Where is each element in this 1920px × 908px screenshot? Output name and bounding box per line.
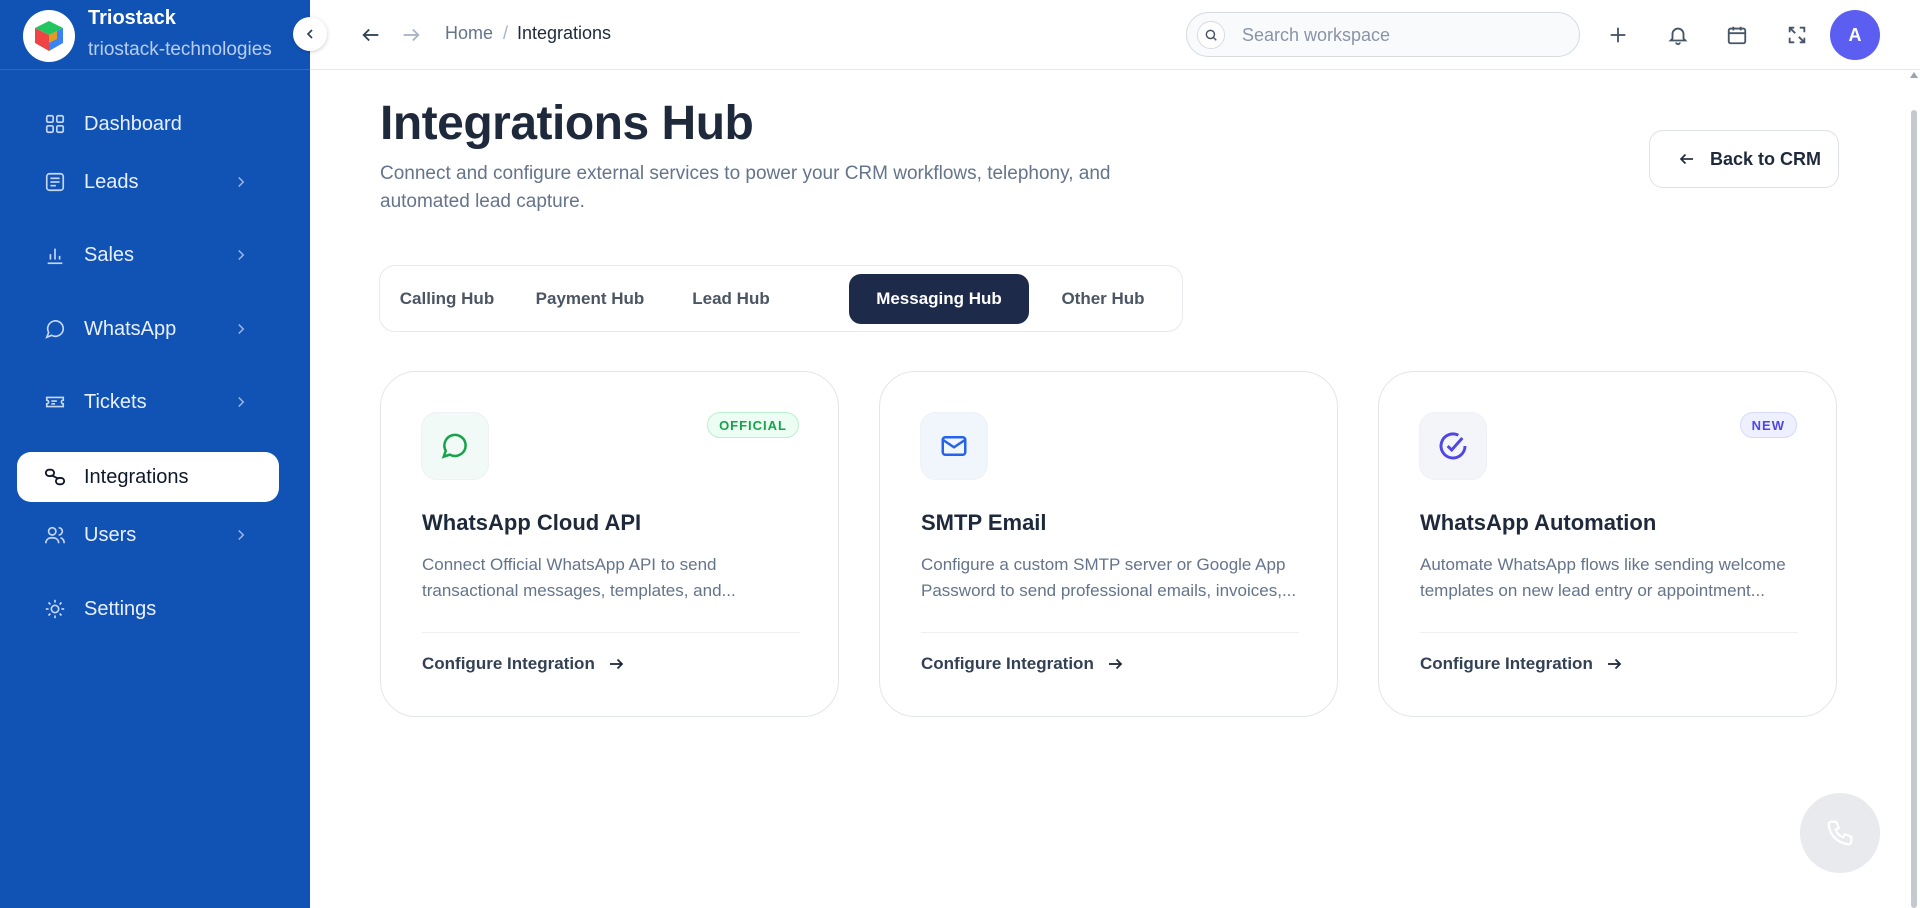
brand-name: Triostack — [88, 7, 176, 29]
arrow-right-icon — [1108, 658, 1123, 670]
sidebar-item-label: Integrations — [84, 466, 189, 488]
avatar[interactable]: A — [1830, 10, 1880, 60]
breadcrumb-home[interactable]: Home — [445, 23, 493, 44]
chevron-right-icon — [238, 323, 245, 335]
tab-lead-hub[interactable]: Lead Hub — [674, 274, 788, 324]
integration-card[interactable]: SMTP Email Configure a custom SMTP serve… — [879, 371, 1338, 717]
search-input[interactable] — [1242, 21, 1562, 49]
back-to-crm-button[interactable]: Back to CRM — [1649, 130, 1839, 188]
arrow-left-icon — [362, 28, 379, 42]
scroll-up-arrow-icon[interactable] — [1909, 70, 1919, 80]
integration-card[interactable]: NEW WhatsApp Automation Automate WhatsAp… — [1378, 371, 1837, 717]
breadcrumb-separator: / — [503, 23, 509, 43]
chevron-right-icon — [238, 249, 245, 261]
chevron-right-icon — [238, 396, 245, 408]
page-description: Connect and configure external services … — [380, 163, 1111, 212]
bell-icon — [1668, 27, 1688, 46]
new-badge: NEW — [1739, 412, 1797, 438]
sidebar-item-whatsapp[interactable]: WhatsApp — [17, 304, 279, 354]
configure-integration-link[interactable]: Configure Integration — [921, 654, 1124, 674]
chevron-left-icon — [306, 29, 313, 39]
check-circle-icon — [1419, 412, 1487, 480]
mail-icon — [920, 412, 988, 480]
link-icon — [44, 468, 66, 486]
add-button[interactable] — [1606, 23, 1630, 47]
official-badge: OFFICIAL — [707, 412, 799, 438]
expand-icon — [1788, 26, 1806, 44]
grid-icon — [45, 114, 65, 134]
sidebar: Triostack triostack-technologies Dashboa… — [0, 0, 310, 908]
divider — [422, 632, 800, 633]
calendar-button[interactable] — [1725, 23, 1749, 47]
collapse-sidebar-button[interactable] — [293, 17, 327, 51]
arrow-right-icon — [403, 28, 420, 42]
calendar-icon — [1727, 26, 1747, 45]
arrow-right-icon — [609, 658, 624, 670]
brand-logo — [23, 10, 75, 62]
hub-tabs: Calling Hub Payment Hub Lead Hub Messagi… — [379, 265, 1183, 332]
sidebar-item-label: Users — [84, 524, 137, 546]
tab-other-hub[interactable]: Other Hub — [1035, 274, 1171, 324]
sidebar-item-label: Dashboard — [84, 113, 182, 135]
sidebar-item-label: Leads — [84, 171, 139, 193]
plus-icon — [1610, 27, 1626, 43]
card-title: WhatsApp Automation — [1420, 510, 1657, 535]
sidebar-item-label: Settings — [84, 598, 157, 620]
sun-gear-icon — [45, 599, 65, 619]
tab-calling-hub[interactable]: Calling Hub — [388, 274, 506, 324]
card-description: Automate WhatsApp flows like sending wel… — [1420, 555, 1786, 600]
configure-label: Configure Integration — [921, 654, 1094, 673]
call-button[interactable] — [1800, 793, 1880, 873]
sidebar-item-sales[interactable]: Sales — [17, 230, 279, 280]
sidebar-item-users[interactable]: Users — [17, 510, 279, 560]
tab-payment-hub[interactable]: Payment Hub — [520, 274, 660, 324]
workspace-name: triostack-technologies — [88, 39, 272, 60]
sidebar-item-tickets[interactable]: Tickets — [17, 377, 279, 427]
back-to-crm-label: Back to CRM — [1710, 148, 1822, 169]
ticket-icon — [45, 396, 65, 408]
forward-nav-button[interactable] — [399, 23, 423, 47]
brand-header[interactable]: Triostack triostack-technologies — [0, 0, 310, 70]
chevron-right-icon — [238, 176, 245, 188]
sidebar-item-label: WhatsApp — [84, 318, 177, 340]
users-icon — [45, 526, 65, 544]
sidebar-item-settings[interactable]: Settings — [17, 584, 279, 634]
notifications-button[interactable] — [1666, 23, 1690, 47]
divider — [921, 632, 1299, 633]
configure-label: Configure Integration — [1420, 654, 1593, 673]
sidebar-item-label: Sales — [84, 244, 135, 266]
search-icon — [1197, 21, 1225, 49]
configure-label: Configure Integration — [422, 654, 595, 673]
configure-integration-link[interactable]: Configure Integration — [1420, 654, 1623, 674]
arrow-right-icon — [1607, 658, 1622, 670]
back-nav-button[interactable] — [359, 23, 383, 47]
arrow-left-icon — [1679, 153, 1693, 165]
divider — [1420, 632, 1798, 633]
chevron-right-icon — [238, 529, 245, 541]
breadcrumb-current: Integrations — [517, 23, 612, 43]
sidebar-item-label: Tickets — [84, 391, 147, 413]
whatsapp-chat-icon — [421, 412, 489, 480]
card-title: SMTP Email — [921, 510, 1047, 535]
phone-icon — [1827, 820, 1853, 846]
scrollbar[interactable] — [1911, 110, 1917, 908]
sidebar-item-dashboard[interactable]: Dashboard — [17, 99, 279, 149]
configure-integration-link[interactable]: Configure Integration — [422, 654, 625, 674]
chat-bubble-icon — [45, 320, 65, 339]
card-description: Connect Official WhatsApp API to send tr… — [422, 555, 736, 600]
top-bar: Home / Integrations A — [310, 0, 1920, 70]
fullscreen-button[interactable] — [1785, 23, 1809, 47]
search-bar[interactable] — [1186, 12, 1580, 57]
sidebar-item-integrations[interactable]: Integrations — [17, 452, 279, 502]
page-title: Integrations Hub — [380, 97, 754, 150]
card-description: Configure a custom SMTP server or Google… — [921, 555, 1297, 600]
bar-chart-icon — [47, 248, 63, 265]
sidebar-item-leads[interactable]: Leads — [17, 157, 279, 207]
integration-card[interactable]: OFFICIAL WhatsApp Cloud API Connect Offi… — [380, 371, 839, 717]
list-icon — [45, 172, 65, 192]
tab-messaging-hub[interactable]: Messaging Hub — [849, 274, 1029, 324]
card-title: WhatsApp Cloud API — [422, 510, 642, 535]
